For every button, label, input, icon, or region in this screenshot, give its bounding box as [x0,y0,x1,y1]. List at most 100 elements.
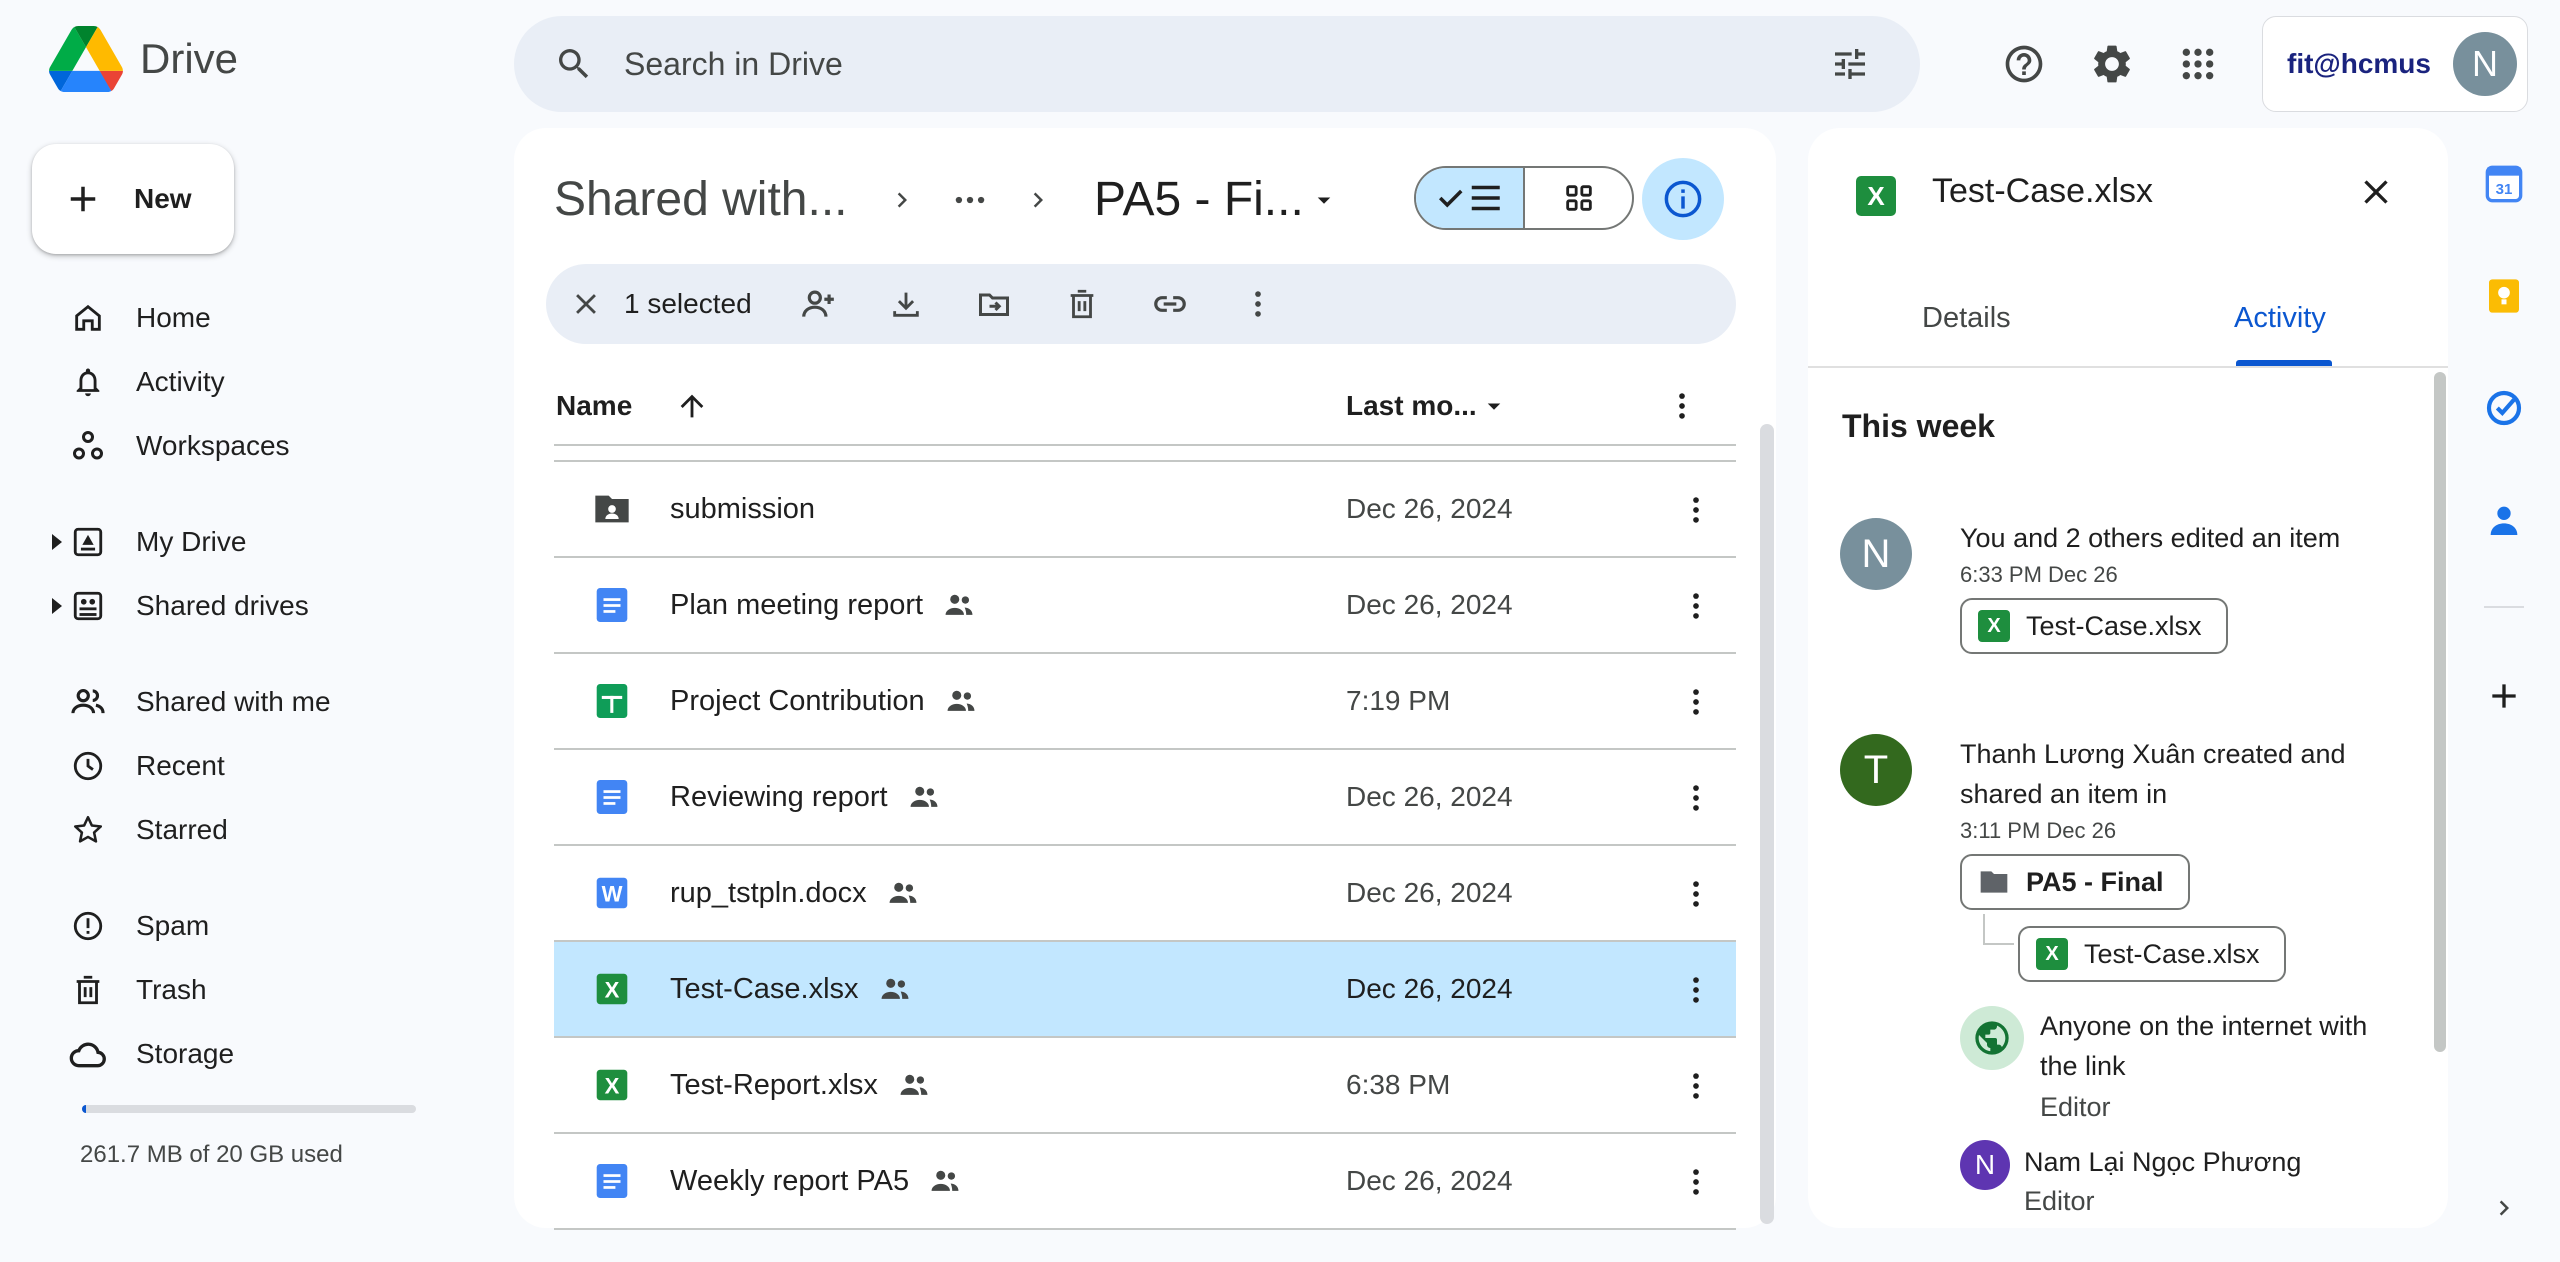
activity-text: You and 2 others edited an item [1960,523,2341,553]
tasks-icon[interactable] [2476,380,2532,436]
file-chip[interactable]: X Test-Case.xlsx [1960,598,2228,654]
new-button[interactable]: New [32,144,234,254]
column-header-name[interactable]: Name [556,390,632,422]
tab-details[interactable]: Details [1922,302,2011,335]
nav-my-drive[interactable]: My Drive [48,514,468,570]
keep-icon[interactable] [2476,268,2532,324]
more-actions-icon[interactable] [1672,486,1720,534]
file-row[interactable]: X Test-Case.xlsx Dec 26, 2024 [554,942,1736,1038]
search-icon[interactable] [544,34,604,94]
chevron-right-icon[interactable] [2476,1180,2532,1236]
settings-gear-icon[interactable] [2080,32,2144,96]
chevron-right-icon [880,178,924,222]
nav-trash[interactable]: Trash [48,962,468,1018]
nav-label: Storage [136,1038,235,1069]
file-modified-date: Dec 26, 2024 [1346,589,1513,620]
drive-logo-icon [49,26,123,92]
nav-label: Trash [136,974,207,1005]
share-person-add-icon[interactable] [788,274,848,334]
help-icon[interactable] [1992,32,2056,96]
tree-connector [1983,914,2014,945]
search-options-icon[interactable] [1820,34,1880,94]
nav-starred[interactable]: Starred [48,802,468,858]
more-vertical-icon[interactable] [1658,382,1706,430]
sort-ascending-arrow-icon[interactable] [670,384,714,428]
column-header-last-modified[interactable]: Last mo... [1346,390,1477,422]
storage-meter-fill [82,1105,87,1113]
plus-icon [70,186,96,212]
activity-text-line1: Thanh Lương Xuân created and [1960,739,2346,769]
folder-chip[interactable]: PA5 - Final [1960,854,2190,910]
file-row[interactable]: Project Contribution 7:19 PM [554,654,1736,750]
file-list-scrollbar[interactable] [1760,424,1774,1224]
calendar-icon[interactable]: 31 [2476,156,2532,212]
nav-workspaces[interactable]: Workspaces [48,418,468,474]
file-row[interactable]: Plan meeting report Dec 26, 2024 [554,558,1736,654]
apps-grid-icon[interactable] [2166,32,2230,96]
bell-icon [68,362,108,402]
caret-down-icon[interactable] [1302,178,1346,222]
file-row[interactable]: X Test-Report.xlsx 6:38 PM [554,1038,1736,1134]
workspaces-icon [68,426,108,466]
more-actions-icon[interactable] [1672,1158,1720,1206]
breadcrumb-root[interactable]: Shared with... [554,172,847,227]
nav-label: Spam [136,910,210,941]
file-row[interactable]: submission Dec 26, 2024 [554,462,1736,558]
account-switcher[interactable]: fit@hcmus N [2262,16,2528,112]
trash-icon[interactable] [1052,274,1112,334]
more-vertical-icon[interactable] [1228,274,1288,334]
caret-down-icon[interactable] [1474,386,1514,426]
close-icon[interactable] [2350,166,2402,218]
move-to-folder-icon[interactable] [964,274,1024,334]
nav-activity[interactable]: Activity [48,354,468,410]
grid-icon [1565,185,1592,211]
file-chip[interactable]: X Test-Case.xlsx [2018,926,2286,982]
add-addon-plus-icon[interactable] [2476,668,2532,724]
nav-label: Home [136,302,211,333]
list-view-button[interactable] [1416,168,1525,228]
excel-file-icon: X [2036,938,2068,970]
more-actions-icon[interactable] [1672,1062,1720,1110]
download-icon[interactable] [876,274,936,334]
more-actions-icon[interactable] [1672,966,1720,1014]
people-icon [68,682,108,722]
nav-shared-with-me[interactable]: Shared with me [48,674,468,730]
details-scrollbar[interactable] [2434,372,2446,1052]
caret-right-icon[interactable] [48,532,64,552]
nav-home[interactable]: Home [48,290,468,346]
account-avatar[interactable]: N [2453,32,2517,96]
nav-shared-drives[interactable]: Shared drives [48,578,468,634]
drive-logo[interactable]: Drive [48,26,238,92]
more-actions-icon[interactable] [1672,870,1720,918]
more-actions-icon[interactable] [1672,678,1720,726]
excel-file-icon: X [1978,610,2010,642]
more-actions-icon[interactable] [1672,582,1720,630]
caret-right-icon[interactable] [48,596,64,616]
link-icon[interactable] [1140,274,1200,334]
avatar: T [1840,734,1912,806]
close-selection-icon[interactable] [556,274,616,334]
file-name: Project Contribution [670,684,925,717]
breadcrumb-current[interactable]: PA5 - Fi... [1094,172,1304,227]
search-input[interactable] [624,34,1774,94]
info-button[interactable] [1642,158,1724,240]
file-row[interactable]: Weekly report PA5 Dec 26, 2024 [554,1134,1736,1230]
file-row[interactable]: Reviewing report Dec 26, 2024 [554,750,1736,846]
details-title: Test-Case.xlsx [1932,172,2154,210]
avatar: N [1960,1140,2010,1190]
contacts-icon[interactable] [2476,492,2532,548]
more-actions-icon[interactable] [1672,774,1720,822]
activity-time: 6:33 PM Dec 26 [1960,562,2118,587]
grid-view-button[interactable] [1525,168,1632,228]
file-row[interactable]: Wrup_tstpln.docx Dec 26, 2024 [554,846,1736,942]
nav-recent[interactable]: Recent [48,738,468,794]
nav-spam[interactable]: Spam [48,898,468,954]
permission-name: Nam Lại Ngọc Phương [2024,1147,2302,1177]
more-horizontal-icon[interactable] [946,176,994,224]
tab-activity[interactable]: Activity [2234,302,2326,335]
nav-storage[interactable]: Storage [48,1026,468,1082]
search-bar[interactable] [514,16,1920,112]
storage-meter [82,1105,416,1113]
view-toggle[interactable] [1414,166,1634,230]
file-modified-date: Dec 26, 2024 [1346,1165,1513,1196]
